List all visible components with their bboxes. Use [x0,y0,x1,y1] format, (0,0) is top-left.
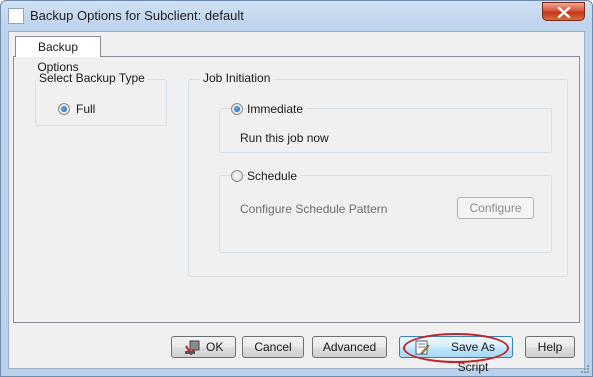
close-button[interactable] [542,2,585,21]
window-icon [8,8,24,24]
window-title: Backup Options for Subclient: default [30,8,244,23]
immediate-radio[interactable] [231,103,243,115]
save-as-script-label: Save As Script [450,340,496,374]
cancel-button[interactable]: Cancel [242,336,304,358]
close-icon [557,7,571,18]
ok-button[interactable]: OK [171,336,236,358]
schedule-radio[interactable] [231,170,243,182]
save-as-script-button[interactable]: Save As Script [399,336,513,374]
full-radio[interactable] [58,103,70,115]
immediate-radio-label[interactable]: Immediate [247,102,307,116]
backup-type-group [35,79,167,126]
configure-button[interactable]: Configure [457,197,534,219]
job-initiation-group-label: Job Initiation [200,71,274,85]
script-icon [414,340,430,361]
full-radio-label[interactable]: Full [76,102,95,116]
dialog-body: Backup Options Select Backup Type Full J… [8,31,585,374]
schedule-radio-label[interactable]: Schedule [247,169,301,183]
resize-grip-icon[interactable] [579,363,589,373]
ok-icon [184,340,202,361]
title-bar[interactable]: Backup Options for Subclient: default [1,1,592,31]
immediate-description: Run this job now [240,131,329,145]
ok-label: OK [206,340,224,354]
advanced-button[interactable]: Advanced [312,336,387,358]
schedule-description: Configure Schedule Pattern [240,202,388,216]
dialog-window: Backup Options for Subclient: default Ba… [0,0,593,377]
tab-backup-options[interactable]: Backup Options [15,36,101,74]
tab-panel: Select Backup Type Full Job Initiation I… [13,56,580,323]
help-button[interactable]: Help [525,336,575,358]
